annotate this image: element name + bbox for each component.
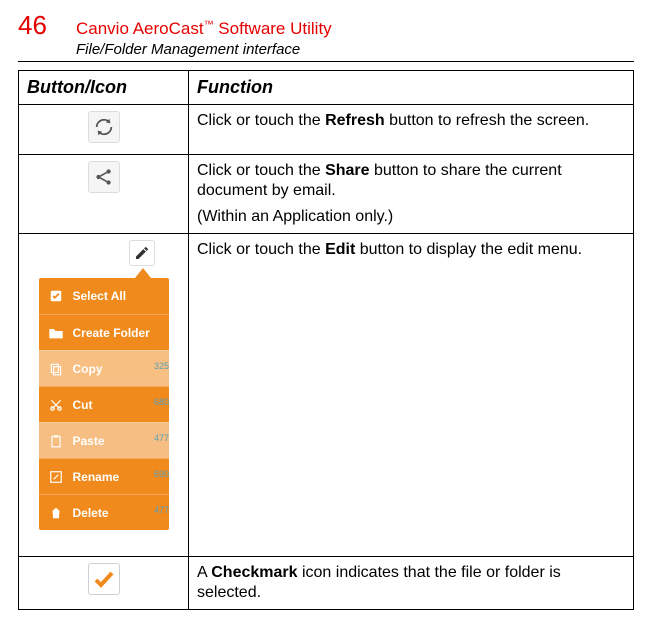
menu-label: Paste [73,434,161,448]
menu-item-select-all: Select All [39,278,169,314]
folder-add-icon: + [47,324,65,342]
page: 46 Canvio AeroCast™ Software Utility Fil… [0,0,652,628]
menu-label: Copy [73,362,161,376]
text-bold: Edit [325,241,355,258]
rename-icon [47,468,65,486]
col-header-function: Function [189,71,634,105]
menu-item-copy: Copy [39,350,169,386]
text-bold: Checkmark [211,564,297,581]
refresh-text: Click or touch the Refresh button to ref… [197,111,625,131]
checkmark-icon [88,563,120,595]
text: button to refresh the screen. [385,112,590,129]
select-all-icon [47,287,65,305]
text: Click or touch the [197,112,325,129]
menu-pointer [135,268,151,278]
text-bold: Refresh [325,112,385,129]
text: Click or touch the [197,241,325,258]
doc-subtitle: File/Folder Management interface [76,41,634,58]
menu-label: Delete [73,506,161,520]
menu-item-paste: Paste [39,422,169,458]
title-main: Canvio AeroCast [76,19,204,38]
share-text: Click or touch the Share button to share… [197,161,625,201]
text: button to display the edit menu. [355,241,582,258]
row-checkmark: A Checkmark icon indicates that the file… [19,557,634,610]
menu-label: Create Folder [73,326,161,340]
text: A [197,564,211,581]
menu-label: Select All [73,289,161,303]
share-subtext: (Within an Application only.) [197,207,625,227]
edit-menu-mock: Select All + Create Folder [39,240,169,530]
row-refresh: Click or touch the Refresh button to ref… [19,105,634,155]
function-table: Button/Icon Function Click or to [18,70,634,610]
header-titles: Canvio AeroCast™ Software Utility File/F… [76,19,634,58]
page-header: 46 Canvio AeroCast™ Software Utility Fil… [18,10,634,62]
menu-label: Cut [73,398,161,412]
copy-icon [47,360,65,378]
doc-title: Canvio AeroCast™ Software Utility [76,19,634,39]
check-text: A Checkmark icon indicates that the file… [197,563,625,603]
row-edit: Select All + Create Folder [19,234,634,557]
share-icon [88,161,120,193]
title-rest: Software Utility [214,19,332,38]
edit-menu: Select All + Create Folder [39,278,169,530]
paste-icon [47,432,65,450]
text-bold: Share [325,162,369,179]
svg-text:+: + [59,334,63,340]
menu-item-cut: Cut [39,386,169,422]
menu-label: Rename [73,470,161,484]
menu-item-create-folder: + Create Folder [39,314,169,350]
edit-icon [129,240,155,266]
delete-icon [47,504,65,522]
menu-item-delete: Delete [39,494,169,530]
edit-text: Click or touch the Edit button to displa… [197,240,625,260]
refresh-icon [88,111,120,143]
menu-item-rename: Rename [39,458,169,494]
table-header-row: Button/Icon Function [19,71,634,105]
title-tm: ™ [204,19,214,30]
cut-icon [47,396,65,414]
page-number: 46 [18,10,68,41]
col-header-icon: Button/Icon [19,71,189,105]
text: Click or touch the [197,162,325,179]
row-share: Click or touch the Share button to share… [19,155,634,234]
